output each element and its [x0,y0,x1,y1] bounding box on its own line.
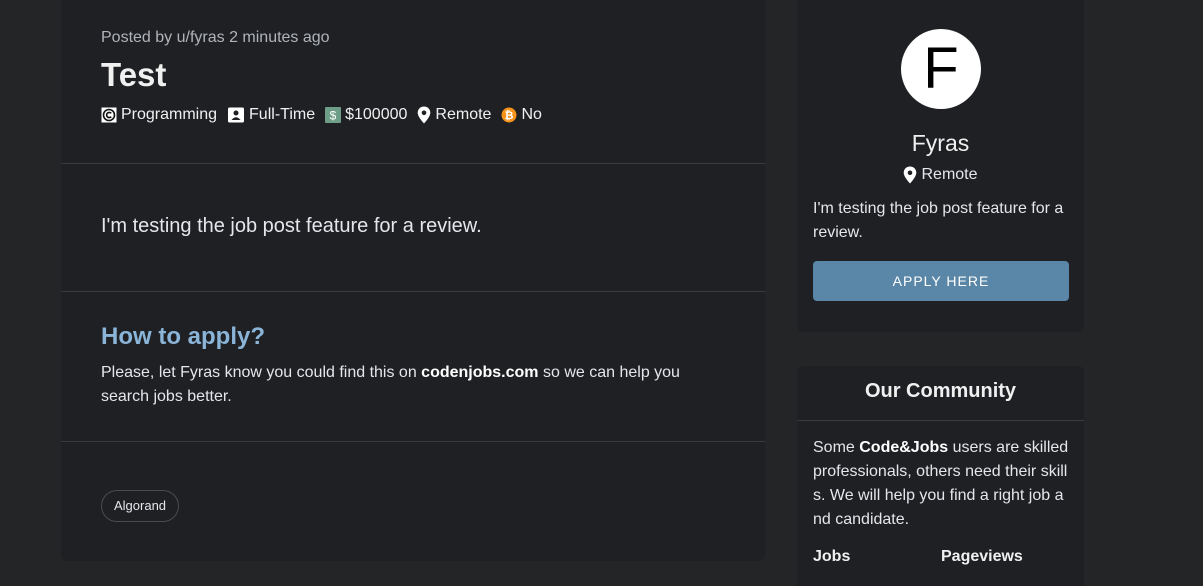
community-divider [797,420,1084,421]
author-location: Remote [797,166,1084,184]
apply-button[interactable]: APPLY HERE [813,261,1069,301]
id-card-icon [227,107,245,123]
location-pin-icon [417,106,431,124]
meta-salary: $ $100000 [325,106,407,124]
post-description: I'm testing the job post feature for a r… [101,215,482,237]
meta-category: Programming [101,106,217,124]
how-to-apply-heading: How to apply? [101,323,265,350]
author-description: I'm testing the job post feature for a r… [813,200,1064,241]
brand-name: Code&Jobs [859,439,949,456]
post-header: Posted by u/fyras 2 minutes ago Test Pro… [61,0,765,164]
author-name[interactable]: Fyras [797,130,1084,157]
community-title: Our Community [864,380,1017,402]
meta-salary-label: $100000 [345,106,408,123]
dollar-icon: $ [325,107,342,123]
meta-crypto: ₿ No [501,106,542,124]
community-card: Our Community Some Code&Jobs users are s… [797,366,1084,586]
post-meta: Programming Full-Time $ $100000 Remote ₿… [101,106,552,124]
avatar[interactable]: F [901,29,981,109]
stat-label-pageviews: Pageviews [941,548,1023,565]
meta-job-type-label: Full-Time [249,106,316,123]
tag-chip[interactable]: Algorand [101,490,180,522]
bitcoin-icon: ₿ [501,107,517,123]
author-card: F Fyras Remote I'm testing the job post … [797,0,1084,332]
location-pin-icon [903,166,917,184]
post-title: Test [101,56,167,93]
job-post-card: Posted by u/fyras 2 minutes ago Test Pro… [61,0,765,561]
how-to-apply-text-before: Please, let Fyras know you could find th… [101,364,422,381]
svg-text:$: $ [330,109,337,123]
how-to-apply-text: Please, let Fyras know you could find th… [101,361,701,409]
community-text-before: Some [813,439,860,456]
author-location-label: Remote [921,166,978,183]
copyright-icon [101,107,117,123]
posted-by: Posted by u/fyras 2 minutes ago [101,29,330,46]
meta-category-label: Programming [121,106,218,123]
site-name: codenjobs.com [421,364,539,381]
community-text: Some Code&Jobs users are skilled profess… [813,436,1071,532]
meta-location-label: Remote [435,106,492,123]
svg-text:₿: ₿ [505,110,514,122]
meta-job-type: Full-Time [227,106,315,124]
meta-location: Remote [417,106,491,124]
stat-label-jobs: Jobs [813,548,851,565]
meta-crypto-label: No [521,106,542,123]
